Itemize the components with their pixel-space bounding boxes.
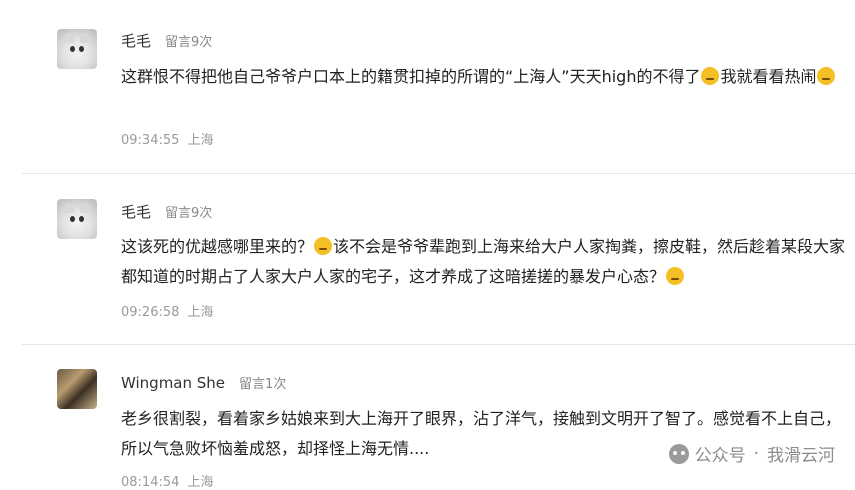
laughing-emoji-icon [314, 237, 333, 255]
comment-text: 这该死的优越感哪里来的？ 该不会是爷爷辈跑到上海来给大户人家掏粪，擦皮鞋，然后趁着… [121, 232, 846, 292]
user-name[interactable]: 毛毛 [121, 201, 151, 222]
comment-header: 毛毛 留言9次 [121, 30, 212, 51]
avatar[interactable] [57, 369, 97, 409]
watermark-separator: · [753, 443, 759, 464]
comment-location: 上海 [187, 305, 214, 320]
avatar[interactable] [57, 29, 97, 69]
laughing-emoji-icon [817, 67, 836, 85]
divider [22, 173, 855, 174]
thinking-emoji-icon [666, 267, 685, 285]
comment-count: 留言9次 [165, 35, 213, 50]
comment-text: 这群恨不得把他自己爷爷户口本上的籍贯扣掉的所谓的“上海人”天天high的不得了我… [121, 62, 846, 92]
comment-count: 留言9次 [165, 206, 213, 221]
watermark-account: 我滑云河 [767, 446, 835, 466]
divider [22, 344, 855, 345]
comment-location: 上海 [187, 133, 214, 148]
comment-time: 09:26:58 [121, 305, 180, 320]
comment-feed: 毛毛 留言9次 这群恨不得把他自己爷爷户口本上的籍贯扣掉的所谓的“上海人”天天h… [0, 0, 855, 490]
comment-meta: 09:34:55 上海 [121, 129, 214, 148]
thinking-emoji-icon [701, 67, 720, 85]
comment-meta: 08:14:54 上海 [121, 471, 214, 490]
comment-text-part: 这群恨不得把他自己爷爷户口本上的籍贯扣掉的所谓的“上海人”天天high的不得了 [121, 67, 701, 86]
comment-text-part: 我就看看热闹 [720, 67, 817, 86]
avatar[interactable] [57, 199, 97, 239]
comment-header: 毛毛 留言9次 [121, 201, 212, 222]
watermark: 公众号 · 我滑云河 [668, 441, 835, 466]
comment-text-part: 这该死的优越感哪里来的？ [121, 237, 314, 256]
comment-count: 留言1次 [239, 377, 287, 392]
comment-location: 上海 [187, 475, 214, 490]
user-name[interactable]: Wingman She [121, 374, 225, 392]
watermark-prefix: 公众号 [694, 446, 746, 466]
comment-time: 08:14:54 [121, 475, 180, 490]
user-name[interactable]: 毛毛 [121, 30, 151, 51]
wechat-icon [668, 443, 689, 464]
comment-time: 09:34:55 [121, 133, 180, 148]
comment-meta: 09:26:58 上海 [121, 301, 214, 320]
comment-header: Wingman She 留言1次 [121, 373, 286, 392]
